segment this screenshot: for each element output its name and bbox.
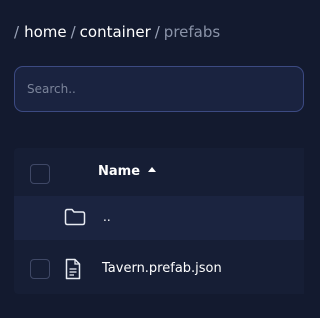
breadcrumb-separator: / (70, 23, 76, 41)
search-box (14, 66, 304, 112)
breadcrumb: / home / container / prefabs (14, 22, 220, 42)
folder-icon (64, 208, 86, 230)
name-column-header[interactable]: Name (98, 164, 157, 179)
breadcrumb-item-prefabs: prefabs (163, 23, 221, 41)
select-all-checkbox[interactable] (30, 164, 50, 184)
table-header-row: Name (14, 150, 304, 198)
file-icon (64, 258, 82, 284)
file-table: Name .. Tavern.prefab.json (14, 148, 304, 294)
breadcrumb-item-home[interactable]: home (24, 23, 67, 41)
table-row-file[interactable]: Tavern.prefab.json (14, 246, 304, 294)
breadcrumb-root-separator: / (14, 23, 20, 41)
breadcrumb-separator: / (154, 23, 160, 41)
row-name: Tavern.prefab.json (102, 261, 222, 276)
name-column-label: Name (98, 164, 141, 179)
search-input[interactable] (27, 67, 287, 111)
sort-ascending-icon (148, 167, 157, 172)
row-name: .. (103, 210, 111, 224)
breadcrumb-item-container[interactable]: container (80, 23, 151, 41)
table-row-parent-directory[interactable]: .. (14, 196, 304, 240)
row-checkbox[interactable] (30, 259, 50, 279)
file-browser: / home / container / prefabs Name .. (0, 0, 304, 318)
